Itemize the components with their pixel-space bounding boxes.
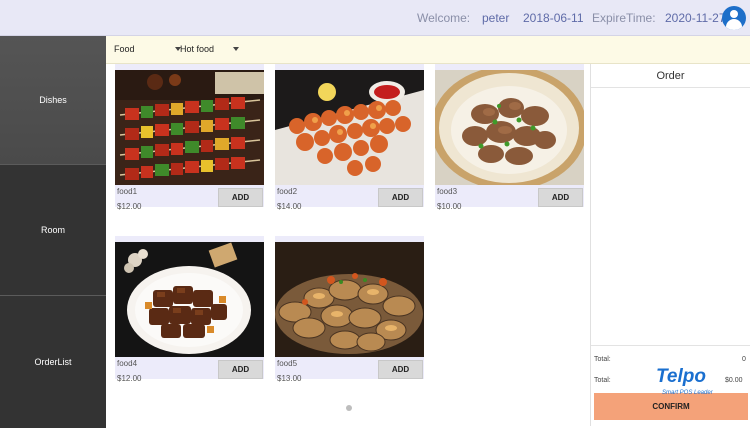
dish-card[interactable]: food2 $14.00 ADD [275, 64, 424, 211]
dish-price: $13.00 [277, 374, 302, 383]
dish-photo-skewers [115, 70, 264, 185]
dish-photo-ribs [435, 70, 584, 185]
logo-tagline: Smart POS Leader [662, 390, 713, 396]
sidebar-item-room[interactable]: Room [0, 165, 106, 296]
user-avatar-icon[interactable] [722, 6, 746, 30]
total-count-value: 0 [742, 356, 746, 363]
dish-card[interactable]: food3 $10.00 ADD [435, 64, 584, 211]
dish-price: $12.00 [117, 374, 142, 383]
sidebar-item-orderlist[interactable]: OrderList [0, 296, 106, 428]
page-indicator-dot[interactable] [346, 405, 352, 411]
sidebar-item-dishes[interactable]: Dishes [0, 36, 106, 165]
add-button[interactable]: ADD [538, 188, 583, 207]
dish-photo-shrimp [275, 70, 424, 185]
add-button[interactable]: ADD [378, 360, 423, 379]
filter-bar: Food Hot food [106, 36, 750, 64]
total-amount-label: Total: [594, 377, 611, 384]
sidebar: Dishes Room OrderList [0, 36, 106, 428]
username: peter [482, 11, 510, 25]
dish-price: $14.00 [277, 202, 302, 211]
top-header-bar: Welcome: peter 2018-06-11 ExpireTime: 20… [0, 0, 750, 36]
dish-card[interactable]: food1 $12.00 ADD [115, 64, 264, 211]
total-count-label: Total: [594, 356, 611, 363]
category-value: Food [114, 44, 135, 54]
dish-photo-braised-pork [115, 242, 264, 357]
dish-grid: food1 $12.00 ADD food2 $14.00 ADD food3 … [110, 64, 588, 426]
welcome-label: Welcome: [417, 11, 471, 25]
subcategory-value: Hot food [180, 44, 215, 54]
subcategory-dropdown[interactable]: Hot food [180, 44, 250, 54]
dish-photo-clams [275, 242, 424, 357]
add-button[interactable]: ADD [218, 188, 263, 207]
sidebar-item-label: Room [40, 225, 65, 235]
add-button[interactable]: ADD [218, 360, 263, 379]
dish-name: food1 [117, 187, 138, 196]
current-date: 2018-06-11 [523, 11, 584, 25]
order-title: Order [591, 64, 750, 88]
dish-price: $12.00 [117, 202, 142, 211]
dish-card[interactable]: food5 $13.00 ADD [275, 236, 424, 383]
dish-name: food5 [277, 359, 298, 368]
sidebar-item-label: Dishes [39, 95, 67, 105]
order-divider [591, 345, 750, 346]
expire-date: 2020-11-27 [665, 11, 726, 25]
add-button[interactable]: ADD [378, 188, 423, 207]
chevron-down-icon [233, 47, 239, 51]
dish-card[interactable]: food4 $12.00 ADD [115, 236, 264, 383]
dish-price: $10.00 [437, 202, 462, 211]
dish-name: food2 [277, 187, 298, 196]
category-dropdown[interactable]: Food [114, 44, 181, 54]
logo-brand: Telpo [656, 366, 706, 387]
dish-name: food4 [117, 359, 138, 368]
dish-name: food3 [437, 187, 458, 196]
telpo-logo: Telpo Smart POS Leader [656, 366, 728, 400]
sidebar-item-label: OrderList [34, 357, 72, 367]
expire-time-label: ExpireTime: [592, 11, 656, 25]
